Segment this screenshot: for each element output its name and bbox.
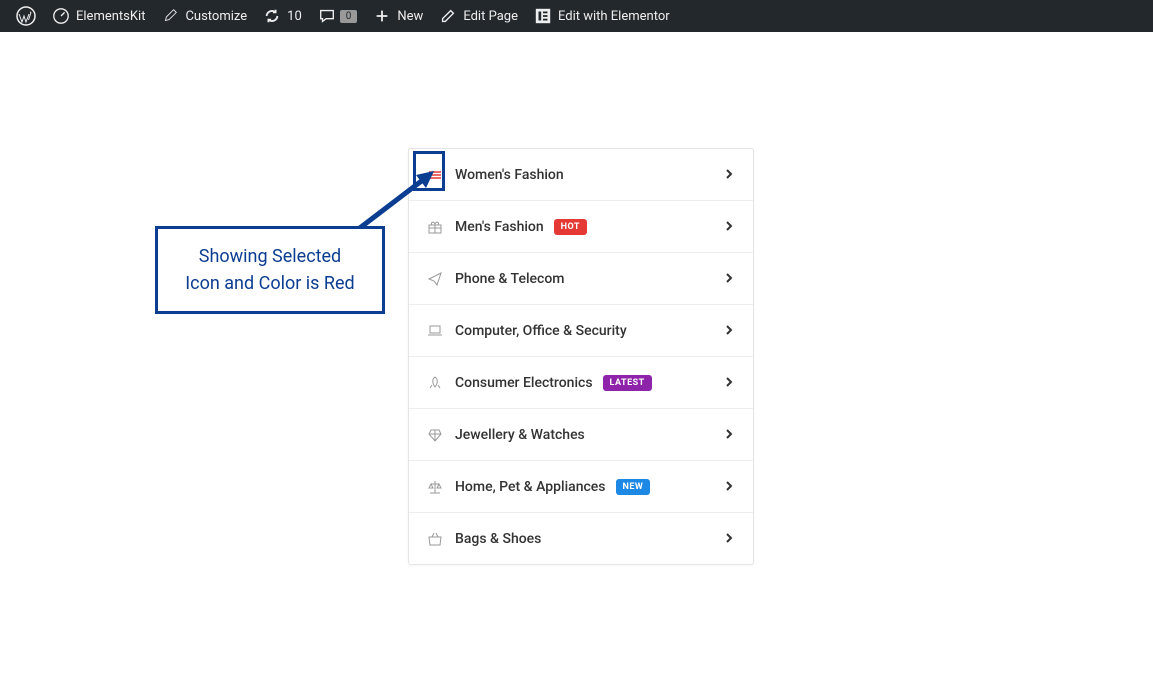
category-item-computer-office[interactable]: Computer, Office & Security — [409, 305, 753, 357]
category-item-phone-telecom[interactable]: Phone & Telecom — [409, 253, 753, 305]
gem-icon — [427, 427, 443, 443]
customize-menu[interactable]: Customize — [153, 0, 255, 32]
callout-box: Showing Selected Icon and Color is Red — [155, 226, 385, 314]
category-label: Men's Fashion — [455, 219, 544, 235]
customize-label: Customize — [185, 9, 247, 24]
updates-menu[interactable]: 10 — [255, 0, 310, 32]
refresh-icon — [263, 7, 281, 25]
comments-menu[interactable]: 0 — [310, 0, 366, 32]
chevron-right-icon — [723, 477, 735, 496]
chevron-right-icon — [723, 373, 735, 392]
chevron-right-icon — [723, 269, 735, 288]
category-item-home-pet[interactable]: Home, Pet & Appliances NEW — [409, 461, 753, 513]
callout-line1: Showing Selected — [176, 243, 364, 270]
badge-latest: LATEST — [603, 375, 652, 391]
category-item-jewellery-watches[interactable]: Jewellery & Watches — [409, 409, 753, 461]
basket-icon — [427, 531, 443, 547]
category-label: Consumer Electronics — [455, 375, 593, 391]
comment-icon — [318, 7, 336, 25]
category-label: Computer, Office & Security — [455, 323, 627, 339]
scale-icon — [427, 479, 443, 495]
laptop-icon — [427, 323, 443, 339]
brush-icon — [161, 7, 179, 25]
wordpress-icon — [16, 6, 36, 26]
new-label: New — [397, 9, 423, 24]
updates-count: 10 — [287, 9, 302, 24]
elementskit-menu[interactable]: ElementsKit — [44, 0, 153, 32]
chevron-right-icon — [723, 217, 735, 236]
edit-elementor-label: Edit with Elementor — [558, 9, 670, 24]
paper-plane-icon — [427, 271, 443, 287]
category-label: Bags & Shoes — [455, 531, 541, 547]
rocket-icon — [427, 375, 443, 391]
edit-page-label: Edit Page — [463, 9, 518, 24]
category-label: Women's Fashion — [455, 167, 564, 183]
chevron-right-icon — [723, 529, 735, 548]
badge-hot: HOT — [554, 219, 587, 235]
edit-elementor-menu[interactable]: Edit with Elementor — [526, 0, 678, 32]
plus-icon — [373, 7, 391, 25]
elementor-icon — [534, 7, 552, 25]
elementskit-label: ElementsKit — [76, 9, 145, 24]
comments-count: 0 — [340, 10, 358, 23]
badge-new: NEW — [616, 479, 651, 495]
wp-admin-bar: ElementsKit Customize 10 0 New Edit Page — [0, 0, 1153, 32]
dashboard-icon — [52, 7, 70, 25]
category-item-consumer-electronics[interactable]: Consumer Electronics LATEST — [409, 357, 753, 409]
new-menu[interactable]: New — [365, 0, 431, 32]
category-item-mens-fashion[interactable]: Men's Fashion HOT — [409, 201, 753, 253]
category-label: Home, Pet & Appliances — [455, 479, 606, 495]
category-label: Phone & Telecom — [455, 271, 564, 287]
edit-page-menu[interactable]: Edit Page — [431, 0, 526, 32]
wp-logo[interactable] — [8, 0, 44, 32]
category-panel: Women's Fashion Men's Fashion HOT Phone … — [408, 148, 754, 565]
callout-line2: Icon and Color is Red — [176, 270, 364, 297]
chevron-right-icon — [723, 165, 735, 184]
pencil-icon — [439, 7, 457, 25]
gift-icon — [427, 219, 443, 235]
chevron-right-icon — [723, 321, 735, 340]
category-item-womens-fashion[interactable]: Women's Fashion — [409, 149, 753, 201]
category-item-bags-shoes[interactable]: Bags & Shoes — [409, 513, 753, 564]
callout-highlight-box — [413, 151, 445, 191]
category-label: Jewellery & Watches — [455, 427, 585, 443]
chevron-right-icon — [723, 425, 735, 444]
